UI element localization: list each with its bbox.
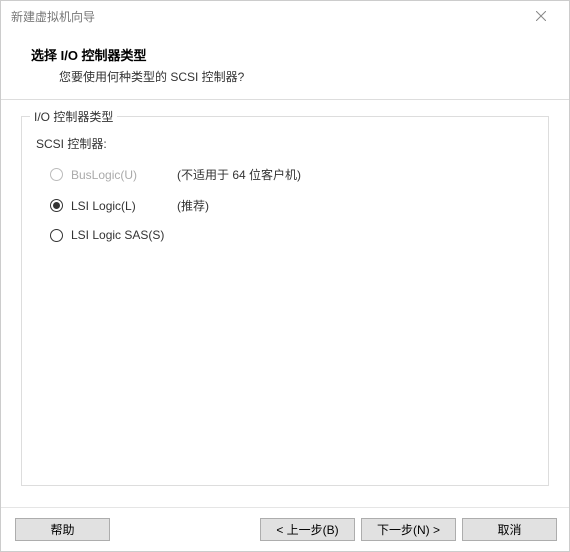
- page-subtitle: 您要使用何种类型的 SCSI 控制器?: [31, 68, 569, 85]
- help-button[interactable]: 帮助: [15, 518, 110, 541]
- option-lsilogicsas[interactable]: LSI Logic SAS(S): [50, 228, 534, 242]
- radio-lsilogic[interactable]: [50, 199, 63, 212]
- radio-lsilogicsas[interactable]: [50, 229, 63, 242]
- content-area: I/O 控制器类型 SCSI 控制器: BusLogic(U) (不适用于 64…: [1, 100, 569, 507]
- footer: 帮助 < 上一步(B) 下一步(N) > 取消: [1, 507, 569, 551]
- window-title: 新建虚拟机向导: [11, 8, 95, 25]
- wizard-header: 选择 I/O 控制器类型 您要使用何种类型的 SCSI 控制器?: [1, 31, 569, 99]
- option-lsilogicsas-label: LSI Logic SAS(S): [71, 228, 177, 242]
- titlebar: 新建虚拟机向导: [1, 1, 569, 31]
- group-legend: I/O 控制器类型: [30, 108, 117, 125]
- option-buslogic-label: BusLogic(U): [71, 168, 177, 182]
- back-button[interactable]: < 上一步(B): [260, 518, 355, 541]
- cancel-button[interactable]: 取消: [462, 518, 557, 541]
- wizard-window: 新建虚拟机向导 选择 I/O 控制器类型 您要使用何种类型的 SCSI 控制器?…: [0, 0, 570, 552]
- page-title: 选择 I/O 控制器类型: [31, 45, 569, 64]
- io-controller-group: I/O 控制器类型 SCSI 控制器: BusLogic(U) (不适用于 64…: [21, 116, 549, 486]
- next-button[interactable]: 下一步(N) >: [361, 518, 456, 541]
- close-button[interactable]: [521, 2, 561, 30]
- scsi-label: SCSI 控制器:: [36, 135, 534, 152]
- option-buslogic: BusLogic(U) (不适用于 64 位客户机): [50, 166, 534, 183]
- close-icon: [536, 11, 546, 21]
- option-lsilogic[interactable]: LSI Logic(L) (推荐): [50, 197, 534, 214]
- option-lsilogic-label: LSI Logic(L): [71, 199, 177, 213]
- radio-buslogic: [50, 168, 63, 181]
- option-buslogic-hint: (不适用于 64 位客户机): [177, 166, 301, 183]
- option-lsilogic-hint: (推荐): [177, 197, 209, 214]
